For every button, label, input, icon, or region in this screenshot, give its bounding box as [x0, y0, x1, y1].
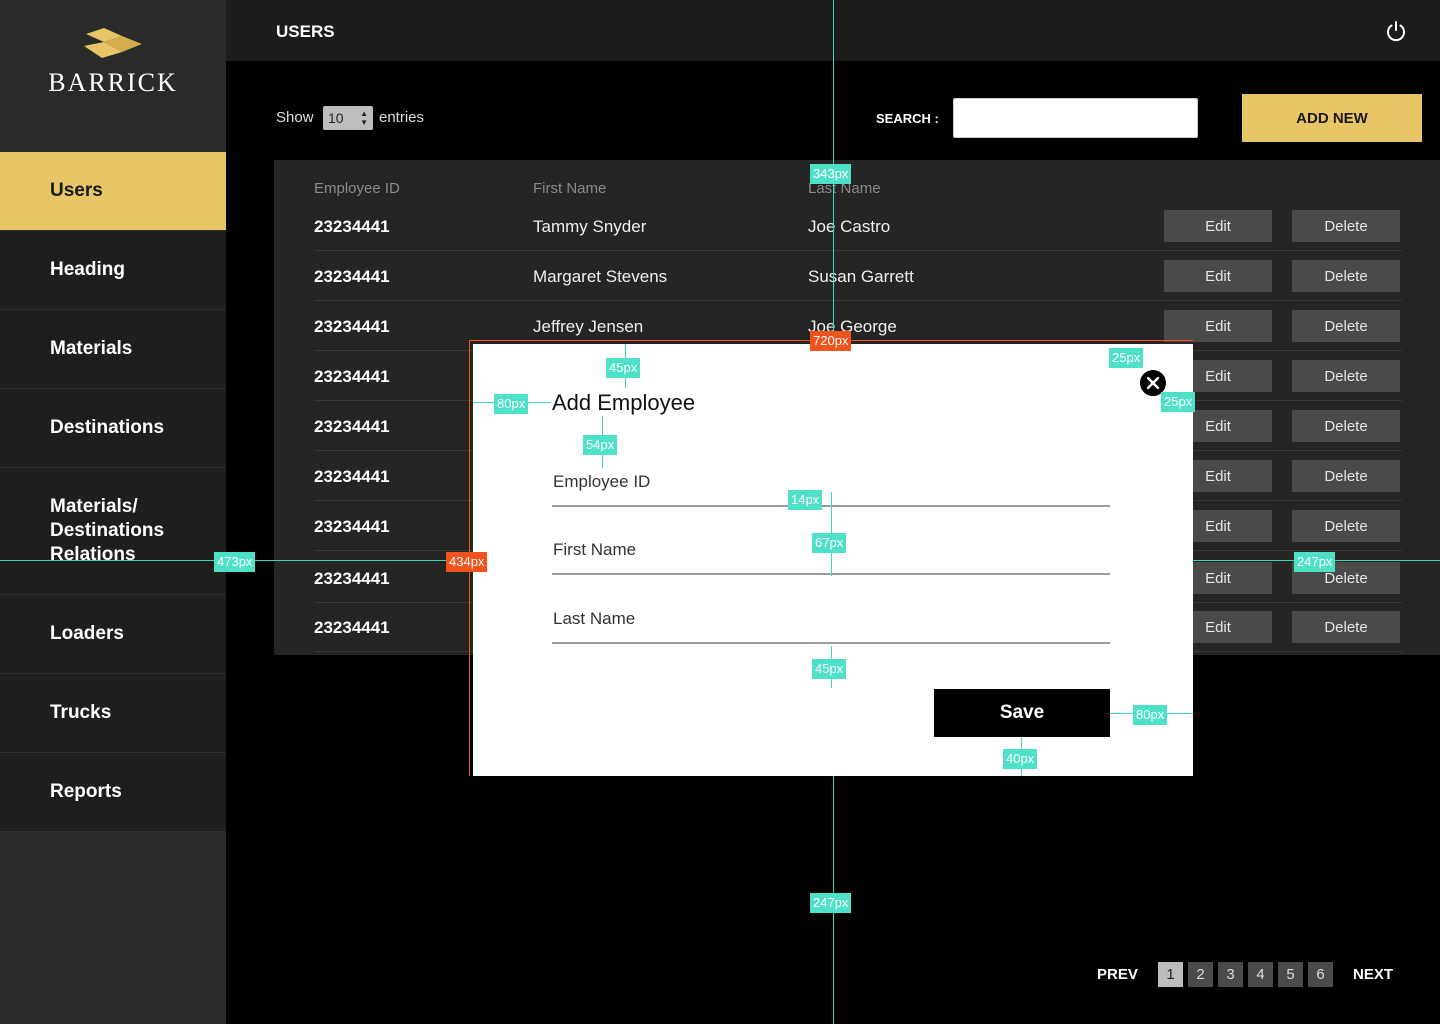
measure-label: 343px: [810, 164, 852, 184]
employee-id-cell: 23234441: [314, 517, 390, 536]
first-name-cell: Jeffrey Jensen: [533, 317, 644, 336]
edit-button[interactable]: Edit: [1164, 210, 1272, 242]
sidebar-item-label: Loaders: [50, 623, 124, 644]
delete-button[interactable]: Delete: [1292, 310, 1400, 342]
employee-id-cell: 23234441: [314, 467, 390, 486]
entries-label: entries: [379, 109, 425, 126]
add-new-button[interactable]: ADD NEW: [1242, 94, 1422, 142]
first-name-cell: Tammy Snyder: [533, 217, 647, 236]
sidebar-item-materials-destinations-relations[interactable]: Materials/ Destinations Relations: [0, 468, 226, 595]
measure-label: 45px: [812, 659, 847, 679]
measure-label: 247px: [1294, 552, 1336, 572]
brand-name: BARRICK: [48, 68, 178, 97]
measure-label: 25px: [1109, 348, 1144, 368]
table-row: 23234441 Tammy Snyder Joe Castro Edit Delete: [314, 201, 1402, 251]
employee-id-label: Employee ID: [553, 472, 651, 491]
page-2-button[interactable]: 2: [1188, 962, 1213, 987]
sidebar-item-label: Materials: [50, 338, 133, 359]
sidebar-item-label: Destinations: [50, 417, 165, 438]
employee-id-cell: 23234441: [314, 217, 390, 236]
measure-label: 45px: [606, 358, 641, 378]
measure-label: 720px: [810, 331, 852, 351]
measure-label: 80px: [494, 394, 529, 414]
sidebar-item-label: Reports: [50, 781, 122, 802]
prev-button[interactable]: PREV: [1097, 966, 1138, 983]
search-input[interactable]: [953, 98, 1198, 138]
measure-label: 54px: [583, 435, 618, 455]
last-name-cell: Joe Castro: [808, 217, 891, 236]
entries-value: 10: [328, 110, 344, 126]
delete-button[interactable]: Delete: [1292, 210, 1400, 242]
sidebar-item-label: Trucks: [50, 702, 112, 723]
last-name-field[interactable]: [552, 642, 1110, 644]
sidebar-item-trucks[interactable]: Trucks: [0, 674, 226, 753]
employee-id-cell: 23234441: [314, 317, 390, 336]
measure-label: 434px: [446, 552, 488, 572]
brand-logo: BARRICK: [0, 0, 226, 152]
last-name-cell: Susan Garrett: [808, 267, 914, 286]
delete-button[interactable]: Delete: [1292, 260, 1400, 292]
delete-button[interactable]: Delete: [1292, 611, 1400, 643]
employee-id-cell: 23234441: [314, 569, 390, 588]
sidebar-item-reports[interactable]: Reports: [0, 753, 226, 832]
delete-button[interactable]: Delete: [1292, 510, 1400, 542]
modal-title: Add Employee: [552, 390, 696, 415]
page-4-button[interactable]: 4: [1248, 962, 1273, 987]
last-name-label: Last Name: [553, 609, 636, 628]
power-icon[interactable]: [1385, 20, 1407, 42]
page-3-button[interactable]: 3: [1218, 962, 1243, 987]
table-row: 23234441 Margaret Stevens Susan Garrett Edi…: [314, 251, 1402, 301]
sidebar-item-loaders[interactable]: Loaders: [0, 595, 226, 674]
page-5-button[interactable]: 5: [1278, 962, 1303, 987]
sidebar: BARRICK Users Heading Materials Destinat…: [0, 0, 226, 1024]
employee-id-cell: 23234441: [314, 417, 390, 436]
stepper-arrows-icon: ▲ ▼: [360, 109, 368, 127]
sidebar-item-label: Materials/ Destinations Relations: [50, 496, 165, 565]
sidebar-item-materials[interactable]: Materials: [0, 310, 226, 389]
sidebar-item-users[interactable]: Users: [0, 152, 226, 231]
close-x-icon: [1147, 377, 1159, 389]
measure-label: 14px: [788, 490, 823, 510]
save-button[interactable]: Save: [934, 689, 1110, 737]
delete-button[interactable]: Delete: [1292, 360, 1400, 392]
measure-label: 473px: [214, 552, 256, 572]
sidebar-item-destinations[interactable]: Destinations: [0, 389, 226, 468]
sidebar-item-label: Users: [50, 180, 103, 201]
show-label: Show: [276, 109, 314, 126]
page-6-button[interactable]: 6: [1308, 962, 1333, 987]
employee-id-cell: 23234441: [314, 367, 390, 386]
sidebar-item-heading[interactable]: Heading: [0, 231, 226, 310]
sidebar-item-label: Heading: [50, 259, 125, 280]
column-header-employee-id: Employee ID: [314, 180, 400, 197]
column-header-first-name: First Name: [533, 180, 607, 197]
delete-button[interactable]: Delete: [1292, 410, 1400, 442]
measure-label: 25px: [1161, 392, 1196, 412]
page-title: USERS: [276, 22, 335, 41]
measure-label: 67px: [812, 533, 847, 553]
edit-button[interactable]: Edit: [1164, 260, 1272, 292]
measure-label: 247px: [810, 893, 852, 913]
page-1-button[interactable]: 1: [1158, 962, 1183, 987]
first-name-cell: Margaret Stevens: [533, 267, 668, 286]
measure-label: 80px: [1133, 705, 1168, 725]
delete-button[interactable]: Delete: [1292, 460, 1400, 492]
add-employee-modal: Add Employee Employee ID First Name Last…: [473, 344, 1193, 776]
next-button[interactable]: NEXT: [1353, 966, 1393, 983]
employee-id-cell: 23234441: [314, 618, 390, 637]
first-name-label: First Name: [553, 540, 637, 559]
entries-select[interactable]: 10 ▲ ▼: [323, 106, 373, 130]
employee-id-cell: 23234441: [314, 267, 390, 286]
search-label: SEARCH :: [876, 111, 939, 126]
measure-label: 40px: [1003, 749, 1038, 769]
edit-button[interactable]: Edit: [1164, 310, 1272, 342]
barrick-logo-icon: [84, 28, 142, 58]
